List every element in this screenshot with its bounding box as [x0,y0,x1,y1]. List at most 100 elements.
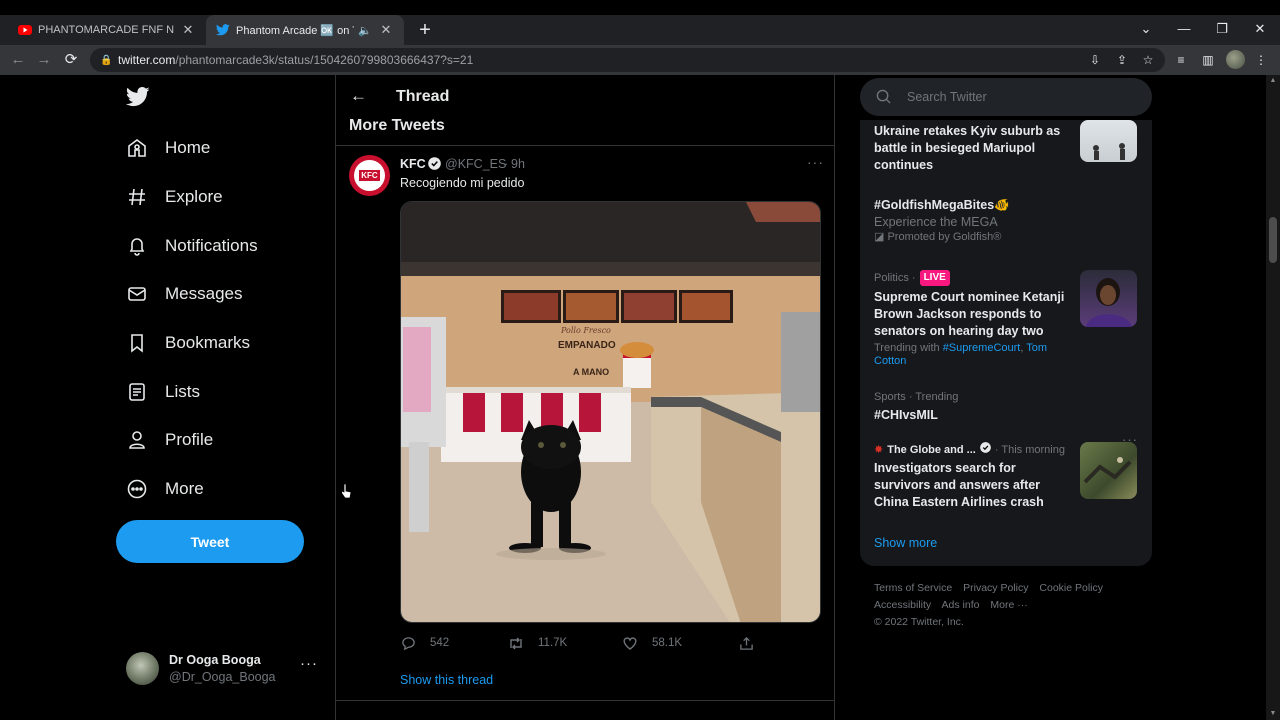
twitter-icon [216,23,230,37]
kfc-logo-icon: KFC [359,170,380,181]
scroll-down-icon[interactable]: ▼ [1266,708,1280,720]
speaker-icon[interactable]: 🔈 [358,24,372,37]
address-bar[interactable]: 🔒 twitter.com/phantomarcade3k/status/150… [90,48,1165,72]
menu-board-text-3: A MANO [573,367,609,377]
minimize-button[interactable]: — [1166,16,1202,42]
retweet-action[interactable]: 11.7K [508,634,567,652]
account-switcher[interactable]: Dr Ooga Booga @Dr_Ooga_Booga ··· [126,650,322,690]
separator: · [504,157,509,171]
ads-info-link[interactable]: Ads info [942,599,980,611]
thread-column: ← Thread More Tweets KFC KFC @KFC_ES · 9… [335,75,835,720]
tweet-card[interactable]: KFC KFC @KFC_ES · 9h ··· Recogiendo mi p… [336,146,834,706]
kebab-menu-icon[interactable]: ⋮ [1251,50,1271,70]
trend-headline: Supreme Court nominee Ketanji Brown Jack… [874,290,1065,338]
trend-headline: #CHIvsMIL [874,408,938,422]
close-window-button[interactable]: ✕ [1242,16,1278,42]
tweet-author-handle[interactable]: @KFC_ES [445,157,506,171]
twitter-logo-icon[interactable] [125,87,150,109]
nav-messages[interactable]: Messages [126,279,242,309]
nav-explore[interactable]: Explore [126,182,223,212]
tab-close-icon[interactable]: ✕ [180,22,196,38]
tab-search-icon[interactable]: ⌄ [1128,16,1164,42]
nav-profile-label: Profile [165,430,214,449]
reply-action[interactable]: 542 [400,634,449,652]
star-icon[interactable]: ☆ [1138,50,1158,70]
tweet-button[interactable]: Tweet [116,520,304,563]
trend-headline: Investigators search for survivors and a… [874,461,1044,509]
tweet-media-image[interactable]: Pollo Fresco EMPANADO A MANO [400,201,821,623]
nav-profile[interactable]: Profile [126,425,213,455]
share-action[interactable] [738,634,768,652]
tab-youtube[interactable]: PHANTOMARCADE FNF NEW TR ✕ [8,15,206,45]
like-action[interactable]: 58.1K [622,634,682,652]
footer-more-link[interactable]: More ··· [990,599,1027,611]
media-control-icon[interactable]: ≡ [1171,50,1191,70]
reply-icon [400,635,416,651]
lock-icon[interactable]: 🔒 [100,55,112,66]
forward-button[interactable]: → [33,49,55,71]
back-button[interactable]: ← [7,49,29,71]
verified-badge-icon [980,442,991,457]
tweet-timestamp[interactable]: 9h [511,157,525,171]
promoted-label: ◪ Promoted by Goldfish® [874,231,1138,244]
account-more-icon[interactable]: ··· [300,655,318,672]
retweet-icon [508,635,524,651]
nav-home[interactable]: Home [126,133,210,163]
trend-link-supremecourt[interactable]: #SupremeCourt [943,342,1021,354]
maximize-button[interactable]: ❐ [1204,16,1240,42]
more-circle-icon [126,478,148,500]
trend-thumbnail[interactable] [1080,120,1137,162]
avatar [126,652,159,685]
tab-title: Phantom Arcade 🆗 on Twitt [236,24,354,37]
cookie-link[interactable]: Cookie Policy [1039,582,1103,594]
nav-notifications[interactable]: Notifications [126,231,258,261]
browser-toolbar: ← → ⟳ 🔒 twitter.com/phantomarcade3k/stat… [0,45,1280,75]
tab-close-icon[interactable]: ✕ [378,22,394,38]
search-input[interactable]: Search Twitter [860,78,1152,116]
accessibility-link[interactable]: Accessibility [874,599,931,611]
nav-more[interactable]: More [126,474,204,504]
person-icon [126,429,148,451]
tab-twitter[interactable]: Phantom Arcade 🆗 on Twitt 🔈 ✕ [206,15,404,45]
trend-category: Politics · [874,272,916,284]
nav-bookmarks[interactable]: Bookmarks [126,328,250,358]
tab-title: PHANTOMARCADE FNF NEW TR [38,24,174,36]
side-panel-icon[interactable]: ▥ [1198,50,1218,70]
tweet-author-name[interactable]: KFC [400,157,426,171]
new-tab-button[interactable]: + [414,19,436,41]
browser-profile-avatar[interactable] [1226,50,1245,69]
trend-thumbnail[interactable] [1080,442,1137,499]
share-icon[interactable]: ⇪ [1112,50,1132,70]
copyright: © 2022 Twitter, Inc. [874,616,964,628]
nav-messages-label: Messages [165,284,243,303]
trend-item-goldfish[interactable]: #GoldfishMegaBites🐠 Experience the MEGA … [874,197,1138,244]
kfc-avatar[interactable]: KFC [349,155,390,196]
reload-button[interactable]: ⟳ [60,49,82,71]
trend-item-chivsmil[interactable]: Sports · Trending #CHIvsMIL [874,390,1138,424]
page-title: Thread [396,88,450,105]
nav-notifications-label: Notifications [165,236,258,255]
scrollbar-thumb[interactable] [1269,217,1277,263]
nav-lists-label: Lists [165,382,200,401]
menu-board-text-2: EMPANADO [558,340,616,351]
mail-icon [126,283,148,305]
tweet-more-icon[interactable]: ··· [807,154,824,170]
nav-lists[interactable]: Lists [126,377,200,407]
footer-links: Terms of Service Privacy Policy Cookie P… [874,580,1144,631]
verified-badge-icon [428,157,441,170]
youtube-icon [18,23,32,37]
show-more-link[interactable]: Show more [874,536,937,550]
scrollbar[interactable]: ▲ ▼ [1266,75,1280,720]
terms-link[interactable]: Terms of Service [874,582,952,594]
privacy-link[interactable]: Privacy Policy [963,582,1028,594]
scroll-up-icon[interactable]: ▲ [1266,75,1280,87]
news-source: The Globe and ... [887,443,976,456]
list-icon [126,381,148,403]
show-this-thread-link[interactable]: Show this thread [400,673,493,687]
trend-thumbnail[interactable] [1080,270,1137,327]
tweet-text: Recogiendo mi pedido [400,176,525,190]
nav-explore-label: Explore [165,187,223,206]
install-icon[interactable]: ⇩ [1085,50,1105,70]
back-arrow-icon[interactable]: ← [350,87,368,105]
share-icon [738,635,754,651]
